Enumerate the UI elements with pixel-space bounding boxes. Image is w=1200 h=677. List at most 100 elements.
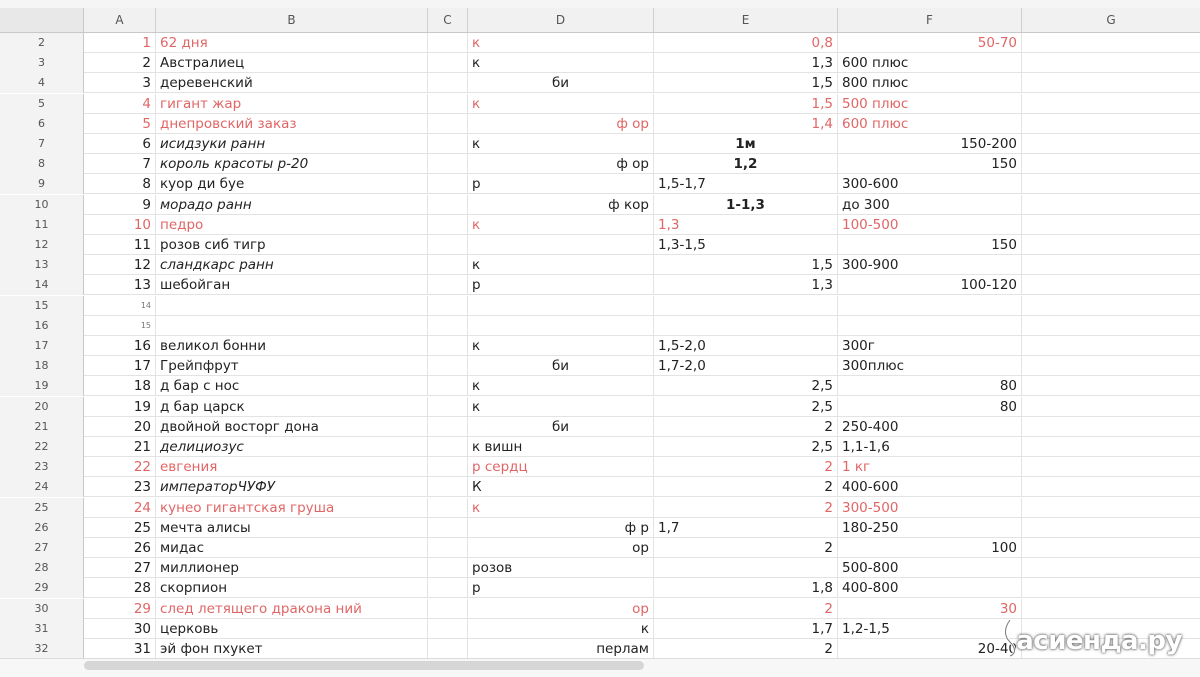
cell-a[interactable]: 16: [84, 336, 156, 356]
cell-c[interactable]: [428, 295, 468, 316]
cell-c[interactable]: [428, 174, 468, 195]
cell-c[interactable]: [428, 154, 468, 175]
cell-d[interactable]: р сердц: [468, 457, 654, 478]
cell-g[interactable]: [1022, 296, 1200, 316]
cell-g[interactable]: [1022, 417, 1200, 437]
cell-a[interactable]: 4: [84, 93, 156, 114]
cell-b[interactable]: д бар с нос: [156, 376, 428, 397]
cell-g[interactable]: [1022, 114, 1200, 134]
cell-b[interactable]: скорпион: [156, 578, 428, 599]
cell-a[interactable]: 3: [84, 73, 156, 94]
cell-e[interactable]: 1,5-1,7: [654, 174, 838, 195]
cell-e[interactable]: 1,2: [654, 154, 838, 175]
cell-g[interactable]: [1022, 94, 1200, 114]
cell-d[interactable]: [468, 235, 654, 255]
cell-g[interactable]: [1022, 538, 1200, 558]
cell-c[interactable]: [428, 255, 468, 276]
column-header-d[interactable]: D: [468, 8, 654, 32]
cell-e[interactable]: 0,8: [654, 33, 838, 53]
cell-g[interactable]: [1022, 457, 1200, 477]
cell-g[interactable]: [1022, 255, 1200, 275]
cell-d[interactable]: р: [468, 174, 654, 195]
cell-b[interactable]: исидзуки ранн: [156, 134, 428, 154]
row-number[interactable]: 26: [0, 517, 84, 538]
cell-b[interactable]: эй фон пхукет: [156, 639, 428, 659]
cell-f[interactable]: 300-900: [838, 255, 1022, 276]
row-number[interactable]: 29: [0, 578, 84, 599]
cell-d[interactable]: к вишн: [468, 437, 654, 457]
cell-f[interactable]: 150: [838, 154, 1022, 175]
cell-b[interactable]: кунео гигантская груша: [156, 497, 428, 518]
row-number[interactable]: 19: [0, 376, 84, 397]
cell-b[interactable]: Грейпфрут: [156, 356, 428, 377]
row-number[interactable]: 18: [0, 356, 84, 377]
cell-a[interactable]: 1: [84, 33, 156, 53]
cell-d[interactable]: К: [468, 477, 654, 498]
cell-d[interactable]: [468, 315, 654, 336]
cell-e[interactable]: 2: [654, 416, 838, 437]
cell-b[interactable]: днепровский заказ: [156, 113, 428, 134]
cell-d[interactable]: ф ор: [468, 154, 654, 175]
cell-a[interactable]: 12: [84, 255, 156, 276]
cell-b[interactable]: [156, 315, 428, 336]
row-number[interactable]: 14: [0, 275, 84, 296]
cell-b[interactable]: Австралиец: [156, 53, 428, 74]
cell-d[interactable]: к: [468, 336, 654, 356]
cell-a[interactable]: 26: [84, 538, 156, 558]
cell-f[interactable]: 150-200: [838, 134, 1022, 154]
cell-f[interactable]: 300плюс: [838, 356, 1022, 377]
row-number[interactable]: 7: [0, 134, 84, 154]
cell-g[interactable]: [1022, 33, 1200, 53]
cell-c[interactable]: [428, 356, 468, 377]
cell-d[interactable]: ф кор: [468, 194, 654, 215]
row-number[interactable]: 32: [0, 639, 84, 659]
row-number[interactable]: 3: [0, 53, 84, 74]
cell-d[interactable]: перлам: [468, 639, 654, 659]
cell-g[interactable]: [1022, 376, 1200, 396]
cell-b[interactable]: морадо ранн: [156, 194, 428, 215]
cell-f[interactable]: 500 плюс: [838, 93, 1022, 114]
row-number[interactable]: 31: [0, 618, 84, 639]
cell-a[interactable]: 28: [84, 578, 156, 599]
cell-g[interactable]: [1022, 336, 1200, 356]
cell-a[interactable]: 11: [84, 235, 156, 255]
cell-f[interactable]: 1,1-1,6: [838, 437, 1022, 457]
row-number[interactable]: 6: [0, 113, 84, 134]
row-number[interactable]: 16: [0, 315, 84, 336]
cell-d[interactable]: к: [468, 93, 654, 114]
cell-f[interactable]: 80: [838, 376, 1022, 397]
cell-a[interactable]: 7: [84, 154, 156, 175]
cell-f[interactable]: 400-600: [838, 477, 1022, 498]
row-number[interactable]: 30: [0, 598, 84, 619]
cell-e[interactable]: [654, 295, 838, 316]
cell-b[interactable]: мидас: [156, 538, 428, 558]
cell-b[interactable]: двойной восторг дона: [156, 416, 428, 437]
cell-f[interactable]: 800 плюс: [838, 73, 1022, 94]
cell-d[interactable]: [468, 295, 654, 316]
cell-e[interactable]: 1,5: [654, 93, 838, 114]
cell-e[interactable]: 1,5-2,0: [654, 336, 838, 356]
cell-d[interactable]: би: [468, 356, 654, 377]
cell-a[interactable]: 9: [84, 194, 156, 215]
cell-c[interactable]: [428, 315, 468, 336]
row-number[interactable]: 11: [0, 214, 84, 235]
cell-b[interactable]: педро: [156, 214, 428, 235]
cell-d[interactable]: би: [468, 73, 654, 94]
column-header-f[interactable]: F: [838, 8, 1022, 32]
cell-c[interactable]: [428, 538, 468, 558]
cell-a[interactable]: 23: [84, 477, 156, 498]
cell-a[interactable]: 24: [84, 497, 156, 518]
cell-a[interactable]: 2: [84, 53, 156, 74]
cell-a[interactable]: 10: [84, 214, 156, 235]
cell-b[interactable]: 62 дня: [156, 33, 428, 53]
cell-c[interactable]: [428, 275, 468, 296]
horizontal-scrollbar-thumb[interactable]: [84, 661, 644, 670]
row-number[interactable]: 27: [0, 538, 84, 558]
cell-f[interactable]: 100-120: [838, 275, 1022, 296]
cell-g[interactable]: [1022, 477, 1200, 497]
cell-g[interactable]: [1022, 275, 1200, 295]
cell-f[interactable]: 1,2-1,5: [838, 618, 1022, 639]
cell-c[interactable]: [428, 336, 468, 356]
cell-g[interactable]: [1022, 397, 1200, 417]
cell-f[interactable]: до 300: [838, 194, 1022, 215]
